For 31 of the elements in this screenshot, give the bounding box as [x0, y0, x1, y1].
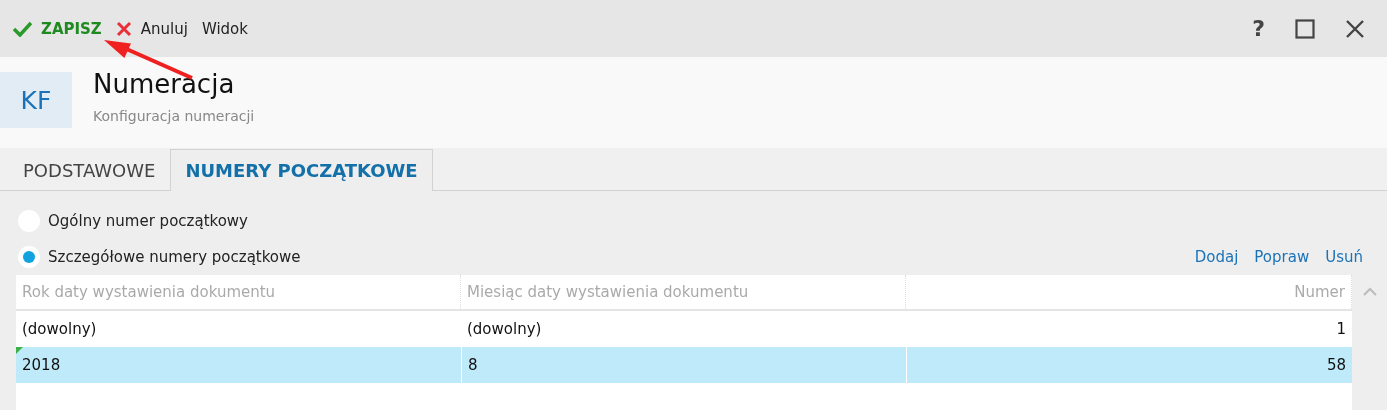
close-icon[interactable]	[1345, 18, 1365, 39]
action-link[interactable]: Usuń	[1325, 248, 1363, 266]
save-button[interactable]: ZAPISZ	[10, 19, 104, 38]
column-header[interactable]: Miesiąc daty wystawienia dokumentu	[461, 275, 906, 309]
page-title: Numeracja	[93, 69, 236, 99]
checkmark-icon	[12, 20, 32, 37]
help-button[interactable]: ?	[1246, 12, 1271, 45]
table-cell-text: (dowolny)	[21, 319, 98, 340]
option-label: Ogólny numer początkowy	[48, 212, 248, 230]
radio-button[interactable]	[18, 246, 40, 268]
page-subtitle: Konfiguracja numeracji	[93, 108, 255, 124]
module-badge: KF	[0, 72, 72, 128]
column-header[interactable]: Rok daty wystawienia dokumentu	[16, 275, 461, 309]
action-link[interactable]: Dodaj	[1194, 248, 1239, 266]
option-label: Szczegółowe numery początkowe	[48, 248, 301, 266]
table-row[interactable]: 2018 8 58	[16, 347, 1352, 383]
tab[interactable]: PODSTAWOWE	[8, 149, 171, 190]
scroll-up-icon	[1362, 287, 1377, 296]
table-cell-text: 2018	[21, 355, 62, 376]
maximize-icon[interactable]	[1295, 18, 1315, 39]
view-button[interactable]: Widok	[199, 19, 250, 38]
cross-icon	[115, 20, 132, 37]
table-cell-text: (dowolny)	[466, 319, 543, 340]
table-row[interactable]: (dowolny) (dowolny) 1	[16, 311, 1352, 347]
cancel-button[interactable]: Anuluj	[113, 19, 190, 38]
table-cell-text: 1	[1335, 319, 1347, 340]
table-cell: 8	[461, 347, 906, 383]
action-link[interactable]: Popraw	[1254, 248, 1310, 266]
column-header[interactable]: Numer	[906, 275, 1352, 309]
table-cell: 58	[906, 347, 1352, 383]
tab[interactable]: NUMERY POCZĄTKOWE	[170, 149, 433, 191]
